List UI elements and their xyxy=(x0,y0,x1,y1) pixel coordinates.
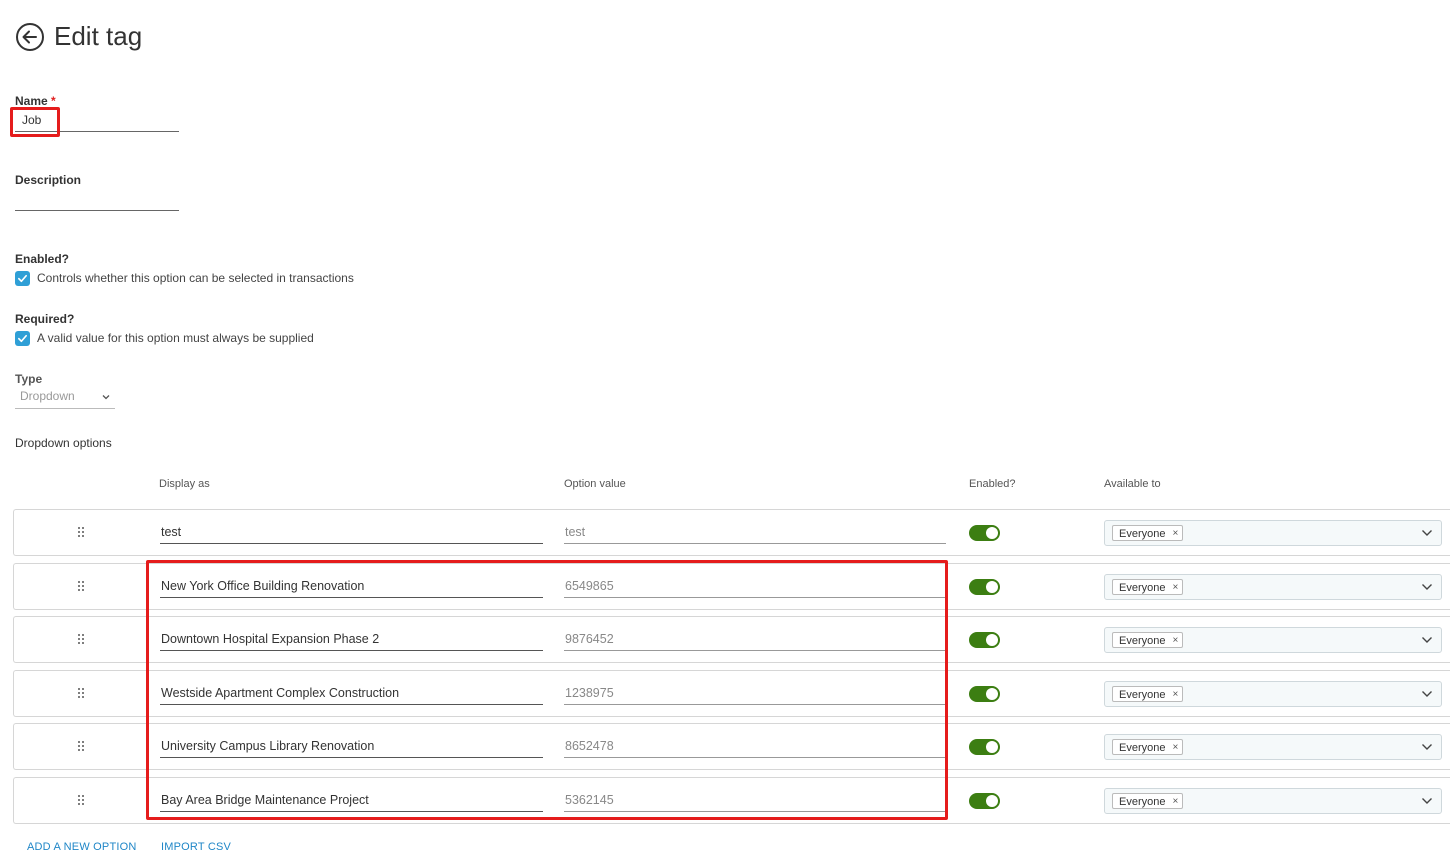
enabled-toggle[interactable] xyxy=(969,632,1000,648)
close-icon[interactable]: × xyxy=(1172,528,1178,539)
toggle-knob xyxy=(986,688,998,700)
dropdown-options-label: Dropdown options xyxy=(15,436,112,450)
required-asterisk: * xyxy=(51,94,56,108)
option-row: Downtown Hospital Expansion Phase 2 9876… xyxy=(13,616,1450,663)
option-row: test test Everyone × xyxy=(13,509,1450,556)
available-to-select[interactable]: Everyone × xyxy=(1104,520,1442,546)
close-icon[interactable]: × xyxy=(1172,635,1178,646)
drag-handle-icon[interactable] xyxy=(77,633,85,645)
column-header-option-value: Option value xyxy=(564,478,626,490)
chevron-down-icon xyxy=(102,395,110,400)
highlight-box-name xyxy=(10,107,60,137)
enabled-toggle[interactable] xyxy=(969,739,1000,755)
back-button[interactable] xyxy=(15,22,45,52)
enabled-toggle[interactable] xyxy=(969,793,1000,809)
arrow-left-circle-icon xyxy=(16,23,44,51)
chip-label: Everyone xyxy=(1119,634,1166,647)
available-to-select[interactable]: Everyone × xyxy=(1104,788,1442,814)
chevron-down-icon xyxy=(1422,637,1432,643)
column-header-display-as: Display as xyxy=(159,478,210,490)
drag-handle-icon[interactable] xyxy=(77,794,85,806)
name-label: Name * xyxy=(15,94,56,108)
drag-handle-icon[interactable] xyxy=(77,740,85,752)
available-to-select[interactable]: Everyone × xyxy=(1104,574,1442,600)
chevron-down-icon xyxy=(1422,530,1432,536)
enabled-label: Enabled? xyxy=(15,252,70,266)
toggle-knob xyxy=(986,527,998,539)
display-as-input[interactable]: New York Office Building Renovation xyxy=(160,572,543,598)
drag-handle-icon[interactable] xyxy=(77,687,85,699)
enabled-toggle[interactable] xyxy=(969,686,1000,702)
everyone-chip: Everyone × xyxy=(1112,739,1184,755)
toggle-knob xyxy=(986,795,998,807)
chip-label: Everyone xyxy=(1119,581,1166,594)
page-title: Edit tag xyxy=(54,21,143,51)
chip-label: Everyone xyxy=(1119,795,1166,808)
toggle-knob xyxy=(986,634,998,646)
close-icon[interactable]: × xyxy=(1172,742,1178,753)
toggle-knob xyxy=(986,581,998,593)
display-as-input[interactable]: Downtown Hospital Expansion Phase 2 xyxy=(160,625,543,651)
required-checkbox-text: A valid value for this option must alway… xyxy=(37,331,314,345)
available-to-select[interactable]: Everyone × xyxy=(1104,734,1442,760)
everyone-chip: Everyone × xyxy=(1112,686,1184,702)
import-csv-button[interactable]: IMPORT CSV xyxy=(161,841,231,853)
checkmark-icon xyxy=(18,274,27,283)
description-label: Description xyxy=(15,173,82,187)
column-header-enabled: Enabled? xyxy=(969,478,1016,490)
chevron-down-icon xyxy=(1422,744,1432,750)
chip-label: Everyone xyxy=(1119,688,1166,701)
type-select-value: Dropdown xyxy=(20,389,75,403)
option-value-input[interactable]: 8652478 xyxy=(564,732,946,758)
option-value-input[interactable]: 6549865 xyxy=(564,572,946,598)
chevron-down-icon xyxy=(1422,691,1432,697)
available-to-select[interactable]: Everyone × xyxy=(1104,627,1442,653)
description-input-underline xyxy=(15,210,179,211)
drag-handle-icon[interactable] xyxy=(77,526,85,538)
required-label: Required? xyxy=(15,312,75,326)
option-row: New York Office Building Renovation 6549… xyxy=(13,563,1450,610)
everyone-chip: Everyone × xyxy=(1112,579,1184,595)
drag-handle-icon[interactable] xyxy=(77,580,85,592)
toggle-knob xyxy=(986,741,998,753)
option-value-input[interactable]: 9876452 xyxy=(564,625,946,651)
everyone-chip: Everyone × xyxy=(1112,525,1184,541)
enabled-toggle[interactable] xyxy=(969,579,1000,595)
everyone-chip: Everyone × xyxy=(1112,632,1184,648)
option-value-input[interactable]: test xyxy=(564,518,946,544)
close-icon[interactable]: × xyxy=(1172,796,1178,807)
option-row: University Campus Library Renovation 865… xyxy=(13,723,1450,770)
available-to-select[interactable]: Everyone × xyxy=(1104,681,1442,707)
enabled-checkbox-text: Controls whether this option can be sele… xyxy=(37,271,354,285)
option-row: Bay Area Bridge Maintenance Project 5362… xyxy=(13,777,1450,824)
chevron-down-icon xyxy=(1422,798,1432,804)
option-row: Westside Apartment Complex Construction … xyxy=(13,670,1450,717)
checkmark-icon xyxy=(18,334,27,343)
type-label: Type xyxy=(15,372,43,386)
option-value-input[interactable]: 5362145 xyxy=(564,786,946,812)
description-input[interactable] xyxy=(15,186,179,208)
enabled-checkbox[interactable] xyxy=(15,271,30,286)
display-as-input[interactable]: University Campus Library Renovation xyxy=(160,732,543,758)
chevron-down-icon xyxy=(1422,584,1432,590)
close-icon[interactable]: × xyxy=(1172,582,1178,593)
add-new-option-button[interactable]: ADD A NEW OPTION xyxy=(27,841,137,853)
required-checkbox[interactable] xyxy=(15,331,30,346)
type-select[interactable]: Dropdown xyxy=(15,389,115,409)
column-header-available-to: Available to xyxy=(1104,478,1161,490)
display-as-input[interactable]: Bay Area Bridge Maintenance Project xyxy=(160,786,543,812)
display-as-input[interactable]: Westside Apartment Complex Construction xyxy=(160,679,543,705)
display-as-input[interactable]: test xyxy=(160,518,543,544)
everyone-chip: Everyone × xyxy=(1112,793,1184,809)
close-icon[interactable]: × xyxy=(1172,689,1178,700)
enabled-toggle[interactable] xyxy=(969,525,1000,541)
option-value-input[interactable]: 1238975 xyxy=(564,679,946,705)
chip-label: Everyone xyxy=(1119,527,1166,540)
chip-label: Everyone xyxy=(1119,741,1166,754)
